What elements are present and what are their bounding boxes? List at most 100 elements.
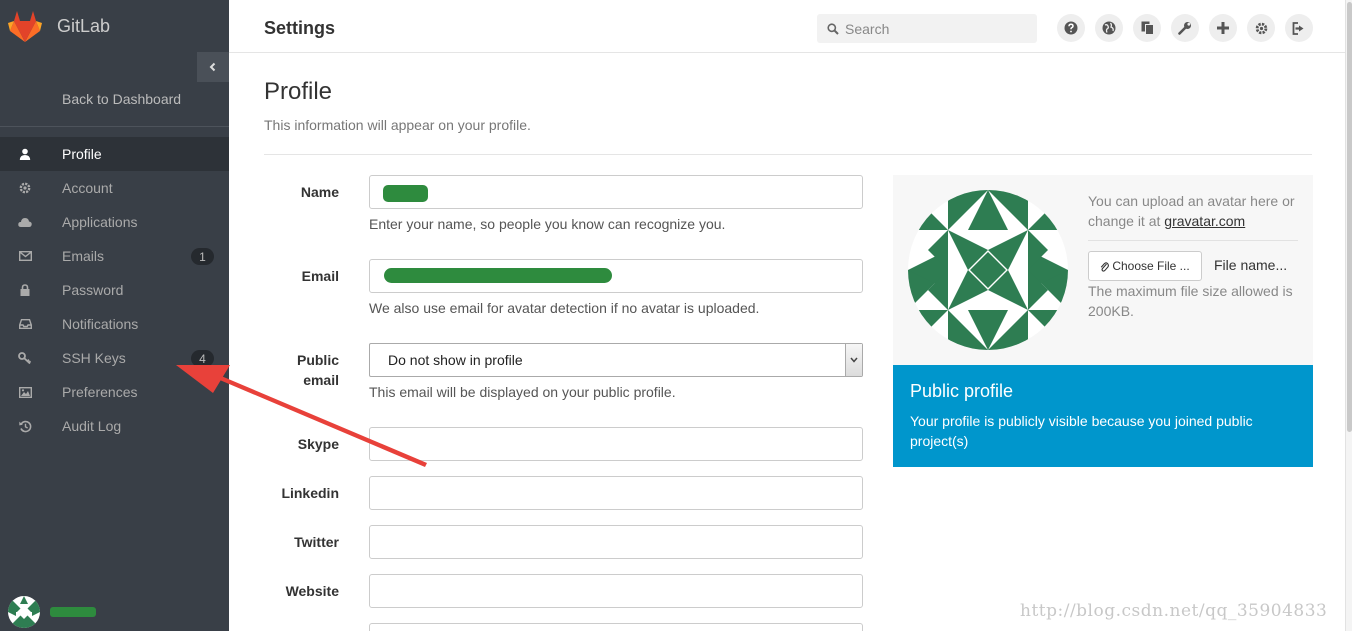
content-divider [264, 154, 1312, 155]
profile-settings-button[interactable] [1247, 14, 1275, 42]
top-header: Settings [229, 0, 1352, 53]
header-title: Settings [264, 18, 336, 38]
wrench-icon [1178, 22, 1191, 35]
search-box[interactable] [817, 14, 1037, 43]
email-field[interactable] [369, 259, 863, 293]
sidebar-collapse-button[interactable] [197, 52, 229, 82]
brand[interactable]: GitLab [0, 0, 229, 52]
lock-icon [18, 283, 32, 297]
public-email-selected-value: Do not show in profile [388, 352, 523, 368]
website-field[interactable] [369, 574, 863, 608]
sidebar-item-account[interactable]: Account [0, 171, 229, 205]
sidebar-item-label: Profile [62, 146, 102, 162]
gear-icon [1255, 22, 1267, 34]
page-title: Profile [264, 78, 333, 105]
sidebar-item-label: Applications [62, 214, 138, 230]
skype-field[interactable] [369, 427, 863, 461]
watermark-text: http://blog.csdn.net/qq_35904833 [1020, 601, 1328, 621]
sidebar: GitLab Back to Dashboard Profile Account… [0, 0, 229, 631]
image-icon [18, 385, 32, 399]
sidebar-item-audit-log[interactable]: Audit Log [0, 409, 229, 443]
public-profile-title: Public profile [910, 381, 1014, 401]
envelope-icon [18, 249, 32, 263]
sign-out-button[interactable] [1285, 14, 1313, 42]
sidebar-divider [0, 126, 229, 127]
public-email-label-line1: Public [296, 352, 339, 368]
new-project-button[interactable] [1209, 14, 1237, 42]
gear-icon [18, 181, 32, 195]
copy-icon [1141, 21, 1154, 35]
current-user[interactable] [8, 596, 96, 628]
inbox-icon [18, 317, 32, 331]
public-email-help: This email will be displayed on your pub… [369, 384, 676, 400]
sign-out-icon [1292, 21, 1304, 35]
admin-button[interactable] [1171, 14, 1199, 42]
gravatar-link[interactable]: gravatar.com [1164, 213, 1245, 229]
public-email-label: Public email [264, 350, 339, 390]
snippets-button[interactable] [1133, 14, 1161, 42]
sidebar-item-label: Emails [62, 248, 105, 264]
sidebar-item-label: Preferences [62, 384, 138, 400]
sidebar-item-emails[interactable]: Emails 1 [0, 239, 229, 273]
sidebar-item-profile[interactable]: Profile [0, 137, 229, 171]
website-label: Website [285, 583, 339, 599]
key-icon [18, 351, 32, 365]
page-scrollbar[interactable] [1345, 0, 1352, 631]
redacted-name-value [383, 185, 428, 202]
sidebar-item-password[interactable]: Password [0, 273, 229, 307]
sidebar-item-applications[interactable]: Applications [0, 205, 229, 239]
sidebar-item-label: Notifications [62, 316, 139, 332]
user-icon [18, 147, 32, 161]
avatar-upload-text: You can upload an avatar here or change … [1088, 191, 1308, 231]
redacted-email-value [384, 268, 612, 283]
ssh-keys-count-badge: 4 [191, 350, 214, 367]
search-icon [827, 22, 839, 35]
choose-file-button[interactable]: Choose File ... [1088, 251, 1202, 281]
sidebar-item-notifications[interactable]: Notifications [0, 307, 229, 341]
sidebar-item-label: Audit Log [62, 418, 122, 434]
twitter-field[interactable] [369, 525, 863, 559]
avatar-panel: You can upload an avatar here or change … [893, 175, 1313, 365]
email-help: We also use email for avatar detection i… [369, 300, 760, 316]
emails-count-badge: 1 [191, 248, 214, 265]
help-button[interactable] [1057, 14, 1085, 42]
next-field-partial[interactable] [369, 623, 863, 631]
choose-file-label: Choose File ... [1112, 259, 1190, 273]
sidebar-item-preferences[interactable]: Preferences [0, 375, 229, 409]
explore-button[interactable] [1095, 14, 1123, 42]
plus-icon [1217, 22, 1229, 34]
user-name-redacted [50, 607, 96, 617]
question-icon [1064, 21, 1078, 35]
history-icon [18, 419, 32, 433]
name-field[interactable] [369, 175, 863, 209]
gitlab-logo-icon [8, 11, 42, 42]
linkedin-field[interactable] [369, 476, 863, 510]
public-email-label-line2: email [303, 372, 339, 388]
header-icons [1057, 14, 1323, 42]
sidebar-item-ssh-keys[interactable]: SSH Keys 4 [0, 341, 229, 375]
page-description: This information will appear on your pro… [264, 117, 531, 133]
cloud-icon [18, 215, 32, 229]
name-label: Name [300, 184, 339, 200]
sidebar-item-label: SSH Keys [62, 350, 126, 366]
skype-label: Skype [297, 436, 339, 452]
brand-name: GitLab [57, 15, 111, 36]
name-help: Enter your name, so people you know can … [369, 216, 726, 232]
chevron-left-icon [209, 62, 216, 72]
search-input[interactable] [845, 20, 1025, 37]
back-to-dashboard-link[interactable]: Back to Dashboard [62, 91, 181, 107]
email-label: Email [301, 268, 339, 284]
scrollbar-thumb[interactable] [1347, 2, 1352, 432]
avatar-divider [1088, 240, 1298, 241]
sidebar-item-label: Password [62, 282, 124, 298]
paperclip-icon [1101, 261, 1110, 272]
linkedin-label: Linkedin [281, 485, 339, 501]
avatar-image [908, 190, 1068, 350]
user-avatar [8, 596, 40, 628]
max-file-size-note: The maximum file size allowed is 200KB. [1088, 283, 1293, 319]
public-email-select[interactable]: Do not show in profile [369, 343, 863, 377]
twitter-label: Twitter [294, 534, 339, 550]
globe-icon [1102, 21, 1116, 35]
public-profile-text: Your profile is publicly visible because… [910, 413, 1253, 449]
settings-nav: Profile Account Applications Emails 1 Pa… [0, 137, 229, 443]
